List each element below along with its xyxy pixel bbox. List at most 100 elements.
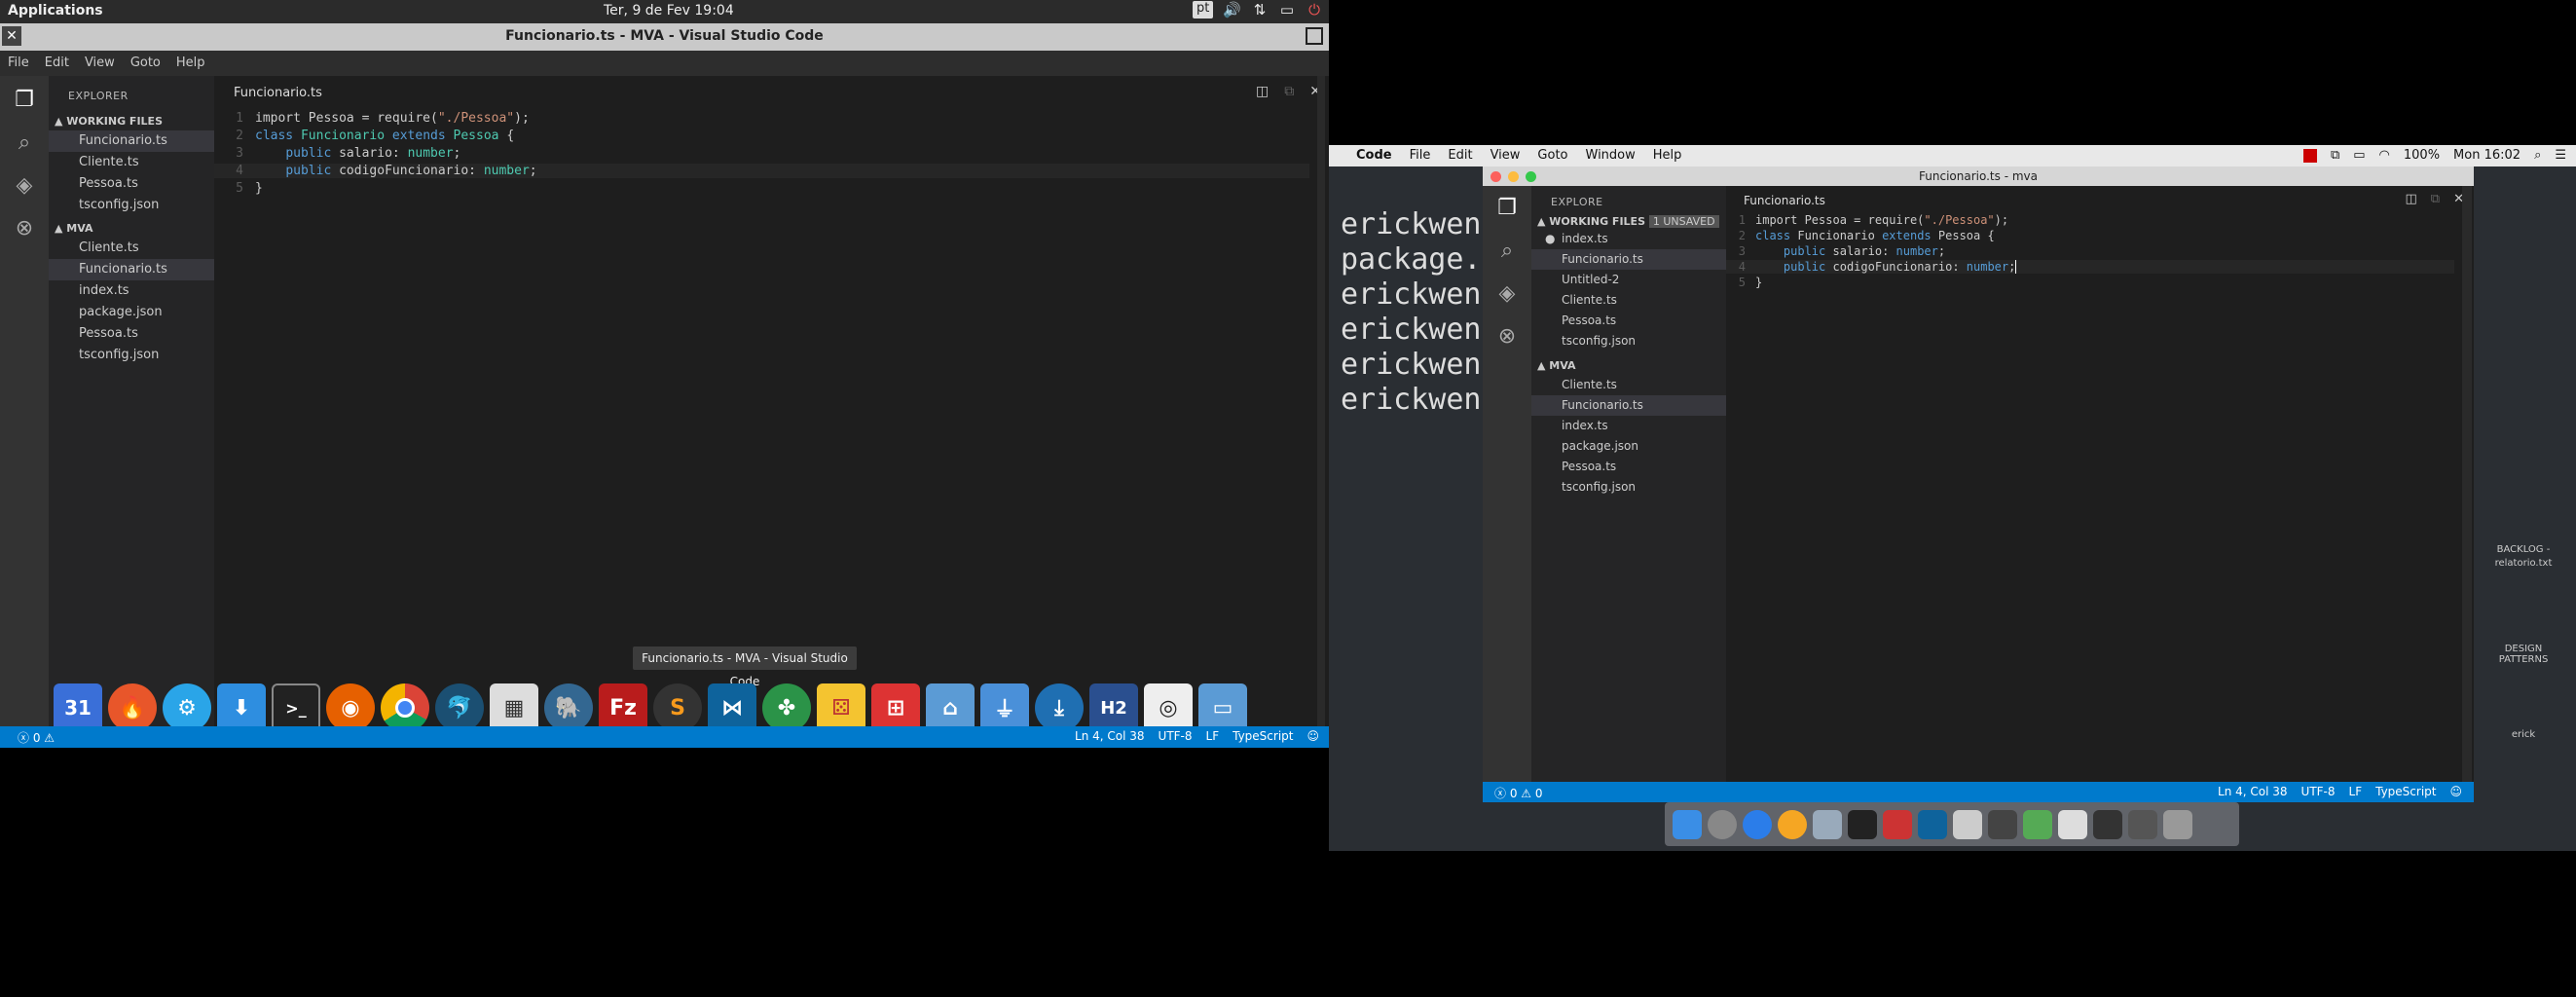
camtasia-icon[interactable] xyxy=(2023,809,2052,839)
mac-menu-help[interactable]: Help xyxy=(1653,148,1682,163)
code-line[interactable]: 2 class Funcionario extends Pessoa { xyxy=(1726,229,1995,242)
mac-menu-edit[interactable]: Edit xyxy=(1448,148,1472,163)
split-editor-icon[interactable]: ◫ xyxy=(1256,84,1269,99)
menu-view[interactable]: View xyxy=(85,55,115,71)
mac-menu-window[interactable]: Window xyxy=(1586,148,1636,163)
open-changes-icon[interactable]: ⧉ xyxy=(1284,84,1294,99)
vscode-icon[interactable] xyxy=(1918,809,1947,839)
code-line[interactable]: 1 import Pessoa = require("./Pessoa"); xyxy=(1726,213,2008,227)
working-file-item[interactable]: Funcionario.ts xyxy=(49,130,214,152)
panel-clock[interactable]: Ter, 9 de Fev 19:04 xyxy=(604,3,734,18)
editor-tab-title[interactable]: Funcionario.ts xyxy=(1744,194,1825,207)
code-line[interactable]: 4 public codigoFuncionario: number; xyxy=(214,164,1309,178)
camera-icon[interactable]: ◎ xyxy=(1144,683,1193,732)
mysql-workbench-icon[interactable]: 🐬 xyxy=(435,683,484,732)
project-file-item[interactable]: tsconfig.json xyxy=(1531,477,1726,498)
project-file-item[interactable]: index.ts xyxy=(1531,416,1726,436)
network-icon[interactable]: ⇅ xyxy=(1251,1,1269,18)
clock[interactable]: Mon 16:02 xyxy=(2453,148,2521,163)
airplay-icon[interactable]: ▭ xyxy=(2353,148,2365,163)
debug-icon[interactable]: ⊗ xyxy=(12,216,37,241)
editor-scrollbar[interactable] xyxy=(1317,76,1325,726)
language-mode[interactable]: TypeScript xyxy=(1233,729,1293,743)
filezilla-icon[interactable] xyxy=(1883,809,1912,839)
debug-icon[interactable]: ⊗ xyxy=(1494,324,1520,350)
feedback-smiley-icon[interactable]: ☺ xyxy=(2449,785,2462,798)
calculator-icon[interactable]: ▦ xyxy=(490,683,538,732)
working-file-item[interactable]: Pessoa.ts xyxy=(49,173,214,195)
trash-icon[interactable] xyxy=(2163,809,2192,839)
chrome-canary-icon[interactable] xyxy=(1778,809,1807,839)
mac-menu-view[interactable]: View xyxy=(1490,148,1521,163)
download-icon[interactable]: ⬇ xyxy=(217,683,266,732)
toolbox-icon[interactable]: ⊞ xyxy=(871,683,920,732)
volume-icon[interactable]: 🔊 xyxy=(1223,1,1241,18)
power-icon[interactable]: ⏻ xyxy=(1306,1,1323,18)
git-icon[interactable]: ◈ xyxy=(1494,281,1520,307)
filezilla-icon[interactable]: Fz xyxy=(599,683,647,732)
code-line[interactable]: 1 import Pessoa = require("./Pessoa"); xyxy=(214,111,530,126)
dice-icon[interactable]: ⚄ xyxy=(817,683,865,732)
postgresql-icon[interactable]: 🐘 xyxy=(544,683,593,732)
mac-menu-goto[interactable]: Goto xyxy=(1537,148,1567,163)
firebug-icon[interactable]: 🔥 xyxy=(108,683,157,732)
working-file-item[interactable]: Untitled-2 xyxy=(1531,270,1726,290)
downloader-icon[interactable]: ⤓ xyxy=(1035,683,1084,732)
explorer-files-icon[interactable]: ❐ xyxy=(12,88,37,113)
vscode-icon[interactable]: ⋈ xyxy=(708,683,756,732)
search-icon[interactable]: ⌕ xyxy=(1494,239,1520,264)
search-icon[interactable]: ⌕ xyxy=(12,130,37,156)
project-file-item[interactable]: Cliente.ts xyxy=(49,238,214,259)
project-file-item[interactable]: package.json xyxy=(49,302,214,323)
mac-editor-pane[interactable]: Funcionario.ts ◫ ⧉ ✕ 1 import Pessoa = re… xyxy=(1726,186,2474,782)
textedit-icon[interactable] xyxy=(1953,809,1982,839)
battery-percent[interactable]: 100% xyxy=(2404,148,2440,163)
code-line[interactable]: 3 public salario: number; xyxy=(214,146,460,161)
problems-indicator[interactable]: ⓧ 0 ⚠ 0 xyxy=(1494,785,1543,801)
working-file-item[interactable]: tsconfig.json xyxy=(49,195,214,216)
explorer-files-icon[interactable]: ❐ xyxy=(1494,196,1520,221)
editor-scrollbar[interactable] xyxy=(2462,186,2472,782)
desktop-file-label[interactable]: relatorio.txt xyxy=(2489,558,2558,569)
notification-center-icon[interactable]: ☰ xyxy=(2555,148,2566,163)
project-file-item[interactable]: tsconfig.json xyxy=(49,345,214,366)
mirror-icon[interactable]: ⧉ xyxy=(2331,148,2339,163)
menu-edit[interactable]: Edit xyxy=(45,55,69,71)
language-mode[interactable]: TypeScript xyxy=(2375,785,2436,798)
project-file-item[interactable]: Funcionario.ts xyxy=(1531,395,1726,416)
keyboard-layout-indicator[interactable]: pt xyxy=(1192,1,1214,18)
downloads-stack-icon[interactable] xyxy=(2093,809,2122,839)
desktop-file-label[interactable]: erick xyxy=(2489,729,2558,740)
open-changes-icon[interactable]: ⧉ xyxy=(2431,192,2440,206)
code-line[interactable]: 2 class Funcionario extends Pessoa { xyxy=(214,129,514,143)
calendar-icon[interactable]: 31 xyxy=(54,683,102,732)
launchpad-icon[interactable] xyxy=(1708,809,1737,839)
working-file-item[interactable]: Funcionario.ts xyxy=(1531,249,1726,270)
usb-icon[interactable]: ⏚ xyxy=(980,683,1029,732)
preview-icon[interactable] xyxy=(1813,809,1842,839)
pinwheel-icon[interactable]: ✤ xyxy=(762,683,811,732)
wifi-icon[interactable]: ◠ xyxy=(2379,148,2390,163)
maximize-window-icon[interactable] xyxy=(1306,27,1323,45)
menu-file[interactable]: File xyxy=(8,55,29,71)
project-section[interactable]: ▲ MVA xyxy=(1537,359,1576,372)
project-file-item[interactable]: Pessoa.ts xyxy=(1531,457,1726,477)
code-line[interactable]: 5} xyxy=(214,181,263,196)
sublime-text-icon[interactable] xyxy=(1988,809,2017,839)
line-ending[interactable]: LF xyxy=(2349,785,2363,798)
working-files-section[interactable]: ▲ WORKING FILES 1 UNSAVED xyxy=(1537,215,1719,228)
document-icon[interactable] xyxy=(2058,809,2087,839)
desktop-file-label[interactable]: BACKLOG - xyxy=(2489,544,2558,555)
applications-menu[interactable]: Applications xyxy=(8,3,103,18)
project-file-item[interactable]: index.ts xyxy=(49,280,214,302)
home-folder-icon[interactable]: ⌂ xyxy=(926,683,975,732)
problems-indicator[interactable]: ⓧ 0 ⚠ xyxy=(18,729,55,746)
terminal-icon[interactable]: >_ xyxy=(272,683,320,732)
editor-pane[interactable]: Funcionario.ts ◫ ⧉ ✕ 1 import Pessoa = re… xyxy=(214,76,1329,726)
project-section[interactable]: ▲ MVA xyxy=(55,222,93,235)
record-icon[interactable] xyxy=(2302,148,2317,163)
file-encoding[interactable]: UTF-8 xyxy=(1159,729,1193,743)
editor-tab-title[interactable]: Funcionario.ts xyxy=(234,86,322,100)
cursor-position[interactable]: Ln 4, Col 38 xyxy=(1075,729,1145,743)
desktop-file-label[interactable]: DESIGN PATTERNS xyxy=(2489,644,2558,665)
